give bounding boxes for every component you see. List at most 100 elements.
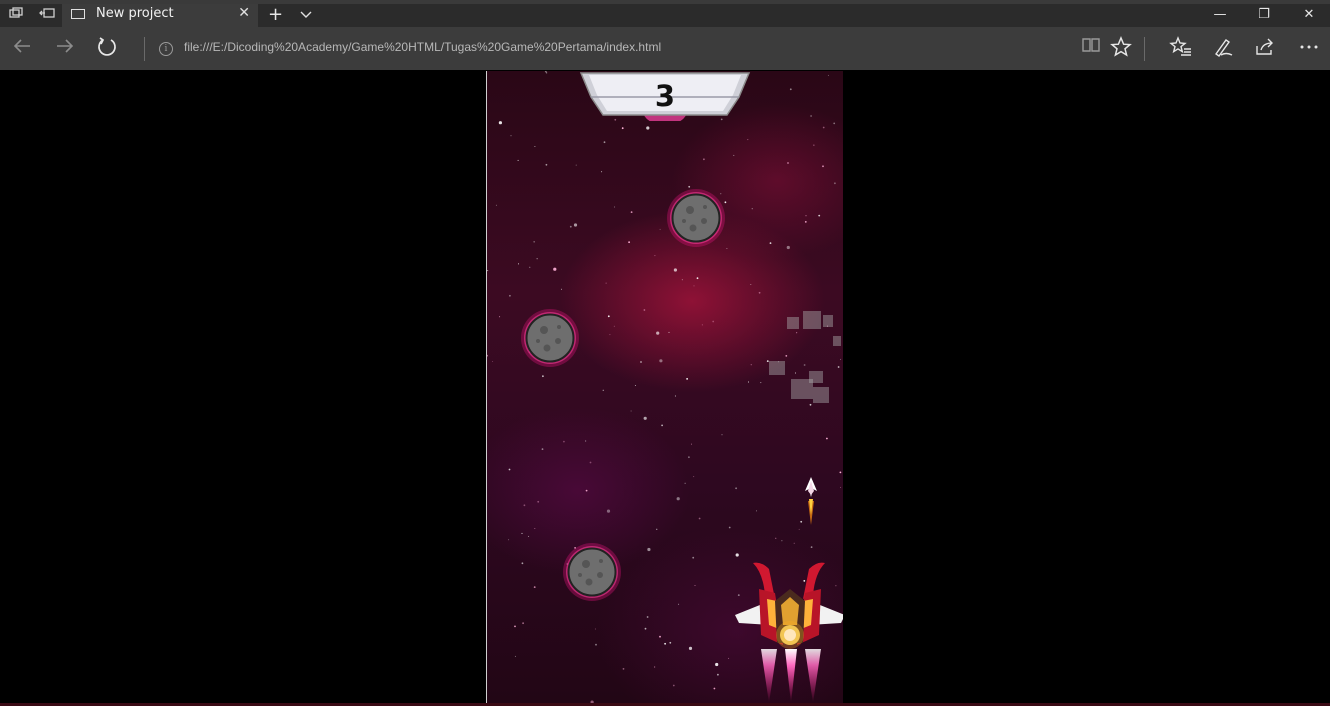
score-panel: 3 <box>579 71 751 125</box>
star <box>703 158 705 161</box>
restore-button[interactable]: ❐ <box>1241 4 1287 27</box>
star <box>498 121 502 125</box>
star <box>805 215 807 217</box>
favorites-list-icon[interactable] <box>1168 36 1194 62</box>
star <box>514 625 516 628</box>
star <box>534 528 536 529</box>
more-icon[interactable] <box>1296 36 1322 62</box>
star <box>518 263 519 265</box>
star <box>674 395 676 397</box>
star <box>712 320 715 323</box>
debris-particle <box>803 311 821 329</box>
star <box>748 381 749 383</box>
star <box>750 364 752 366</box>
star <box>499 316 501 318</box>
star <box>809 403 812 406</box>
pen-icon[interactable] <box>1210 36 1236 62</box>
star <box>698 517 701 520</box>
star <box>837 366 840 368</box>
star <box>834 182 836 185</box>
star <box>669 641 672 644</box>
star <box>798 528 800 530</box>
star <box>537 500 540 503</box>
star <box>522 622 524 625</box>
star <box>546 72 548 74</box>
star <box>692 556 695 559</box>
star <box>756 510 757 512</box>
star <box>643 309 646 311</box>
star <box>822 126 825 129</box>
star <box>678 603 680 605</box>
star <box>735 553 739 557</box>
star <box>684 482 686 484</box>
forward-arrow-icon[interactable] <box>51 35 79 63</box>
star <box>839 471 842 474</box>
star <box>495 204 497 206</box>
star <box>534 146 536 147</box>
debris-particle <box>787 317 799 329</box>
star <box>569 225 572 228</box>
browser-title-bar: New project ✕ + — ❐ ✕ <box>0 0 1330 27</box>
toolbar-divider <box>144 37 145 61</box>
star <box>544 71 547 73</box>
star <box>585 489 588 492</box>
player-spaceship <box>735 562 843 703</box>
star <box>536 258 538 260</box>
star <box>810 546 813 548</box>
star <box>781 540 783 542</box>
star <box>621 127 624 130</box>
address-bar[interactable]: file:///E:/Dicoding%20Academy/Game%20HTM… <box>184 40 661 54</box>
star <box>514 655 516 657</box>
tab-new-project[interactable]: New project ✕ <box>62 4 258 27</box>
star <box>793 542 795 544</box>
tab-title: New project <box>96 6 174 21</box>
close-window-button[interactable]: ✕ <box>1286 4 1330 27</box>
star <box>630 410 632 412</box>
star <box>691 443 692 445</box>
star <box>661 424 663 427</box>
star <box>521 562 524 565</box>
star <box>769 242 772 245</box>
reading-view-icon[interactable] <box>1078 36 1104 62</box>
star <box>630 211 633 214</box>
chevron-down-icon[interactable] <box>299 7 313 21</box>
info-icon[interactable]: i <box>159 42 173 56</box>
star <box>751 208 753 210</box>
star <box>613 325 615 327</box>
star <box>640 361 642 363</box>
star <box>602 389 604 391</box>
star <box>803 364 806 366</box>
new-tab-icon[interactable]: + <box>268 4 283 26</box>
star <box>726 248 728 249</box>
star <box>533 586 536 588</box>
share-icon[interactable] <box>1252 36 1278 62</box>
star <box>654 666 656 668</box>
debris-particle <box>813 387 829 403</box>
star <box>758 291 761 294</box>
star <box>517 159 519 161</box>
back-arrow-icon[interactable] <box>8 35 36 63</box>
star <box>601 171 603 173</box>
asteroid <box>563 543 621 601</box>
set-tabs-aside-icon[interactable] <box>37 5 57 25</box>
star <box>659 359 663 363</box>
star <box>492 361 494 362</box>
star <box>609 334 611 336</box>
star <box>646 126 650 130</box>
star <box>728 526 731 529</box>
star <box>541 448 544 450</box>
refresh-icon[interactable] <box>93 35 121 63</box>
star <box>553 267 557 271</box>
minimize-button[interactable]: — <box>1197 4 1243 27</box>
star <box>693 476 695 478</box>
star <box>840 486 842 488</box>
tab-close-icon[interactable]: ✕ <box>238 5 250 21</box>
star-icon[interactable] <box>1108 36 1134 62</box>
debris-particle <box>823 315 833 327</box>
star <box>785 355 788 357</box>
star <box>487 270 489 272</box>
game-canvas[interactable]: 3 <box>486 71 843 703</box>
tab-preview-icon[interactable] <box>6 5 26 25</box>
star <box>688 456 690 459</box>
star <box>804 221 807 223</box>
